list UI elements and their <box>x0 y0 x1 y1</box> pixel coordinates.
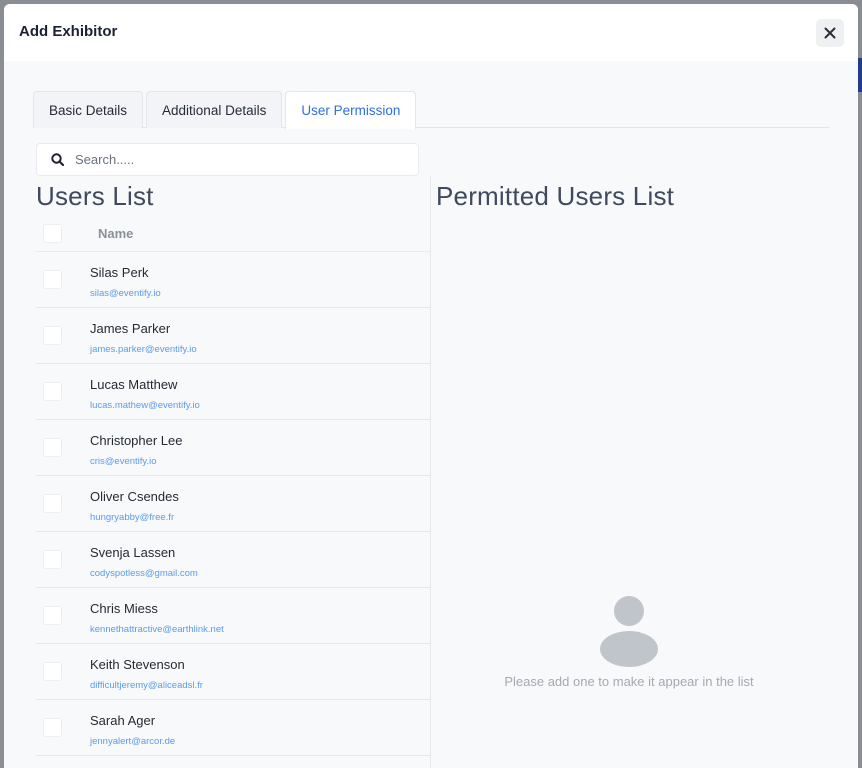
user-email: kennethattractive@earthlink.net <box>90 623 224 635</box>
user-checkbox[interactable] <box>43 606 62 625</box>
user-name: Svenja Lassen <box>90 544 176 560</box>
users-list-title: Users List <box>36 181 154 211</box>
tab-basic-details[interactable]: Basic Details <box>33 91 144 128</box>
close-icon <box>824 27 836 39</box>
user-row[interactable]: James Parker james.parker@eventify.io <box>36 308 430 364</box>
user-checkbox[interactable] <box>43 662 62 681</box>
user-email: jennyalert@arcor.de <box>90 735 176 747</box>
user-checkbox[interactable] <box>43 270 62 289</box>
user-name: Chris Miess <box>90 600 158 616</box>
close-button[interactable] <box>816 19 844 47</box>
user-email: codyspotless@gmail.com <box>90 567 198 579</box>
user-row[interactable]: Silas Perk silas@eventify.io <box>36 252 430 308</box>
user-checkbox[interactable] <box>43 550 62 569</box>
tab-user-permission[interactable]: User Permission <box>285 91 417 129</box>
search-icon <box>51 153 64 166</box>
user-info: Lucas Matthew lucas.mathew@eventify.io <box>90 373 200 411</box>
tab-bar: Basic Details Additional Details User Pe… <box>33 91 829 129</box>
user-row[interactable]: Lucas Matthew lucas.mathew@eventify.io <box>36 364 430 420</box>
permitted-users-panel: Permitted Users List Please add one to m… <box>436 176 858 768</box>
user-info: Svenja Lassen codyspotless@gmail.com <box>90 541 198 579</box>
users-list-panel: Users List Name Silas Perk silas@eventify… <box>36 176 431 768</box>
user-checkbox[interactable] <box>43 718 62 737</box>
user-row[interactable]: Sarah Ager jennyalert@arcor.de <box>36 700 430 756</box>
user-checkbox[interactable] <box>43 494 62 513</box>
user-checkbox[interactable] <box>43 438 62 457</box>
user-email: lucas.mathew@eventify.io <box>90 399 200 411</box>
users-list-header: Name <box>36 216 430 252</box>
user-name: James Parker <box>90 320 171 336</box>
user-info: Sarah Ager jennyalert@arcor.de <box>90 709 175 747</box>
empty-state: Please add one to make it appear in the … <box>436 596 822 689</box>
user-name: Sarah Ager <box>90 712 156 728</box>
user-name: Keith Stevenson <box>90 656 185 672</box>
user-email: difficultjeremy@aliceadsl.fr <box>90 679 203 691</box>
user-info: Christopher Lee cris@eventify.io <box>90 429 183 467</box>
user-row[interactable]: Keith Stevenson difficultjeremy@aliceadsl… <box>36 644 430 700</box>
name-column-header: Name <box>98 226 134 241</box>
user-info: Silas Perk silas@eventify.io <box>90 261 161 299</box>
users-list: Silas Perk silas@eventify.io James Parker j… <box>36 252 430 756</box>
user-checkbox[interactable] <box>43 382 62 401</box>
user-name: Lucas Matthew <box>90 376 178 392</box>
user-name: Silas Perk <box>90 264 149 280</box>
select-all-checkbox[interactable] <box>43 224 62 243</box>
add-exhibitor-modal: Add Exhibitor Basic Details Additional D… <box>4 4 858 768</box>
user-email: hungryabby@free.fr <box>90 511 175 523</box>
user-name: Oliver Csendes <box>90 488 179 504</box>
user-info: Oliver Csendes hungryabby@free.fr <box>90 485 179 523</box>
user-row[interactable]: Svenja Lassen codyspotless@gmail.com <box>36 532 430 588</box>
tab-additional-details[interactable]: Additional Details <box>146 91 283 128</box>
user-email: cris@eventify.io <box>90 455 157 467</box>
user-info: Keith Stevenson difficultjeremy@aliceadsl… <box>90 653 203 691</box>
permitted-users-title: Permitted Users List <box>436 181 675 211</box>
user-checkbox[interactable] <box>43 326 62 345</box>
modal-title: Add Exhibitor <box>19 23 118 40</box>
user-name: Christopher Lee <box>90 432 183 448</box>
user-row[interactable]: Oliver Csendes hungryabby@free.fr <box>36 476 430 532</box>
backdrop-page-fragment <box>858 58 862 92</box>
user-row[interactable]: Christopher Lee cris@eventify.io <box>36 420 430 476</box>
user-info: Chris Miess kennethattractive@earthlink.n… <box>90 597 224 635</box>
user-email: silas@eventify.io <box>90 287 161 299</box>
modal-header: Add Exhibitor <box>4 4 858 61</box>
search-box <box>36 143 419 176</box>
empty-state-message: Please add one to make it appear in the … <box>504 674 754 689</box>
user-placeholder-icon <box>600 596 658 667</box>
user-info: James Parker james.parker@eventify.io <box>90 317 197 355</box>
user-email: james.parker@eventify.io <box>90 343 197 355</box>
user-row[interactable]: Chris Miess kennethattractive@earthlink.n… <box>36 588 430 644</box>
search-input[interactable] <box>75 152 395 167</box>
